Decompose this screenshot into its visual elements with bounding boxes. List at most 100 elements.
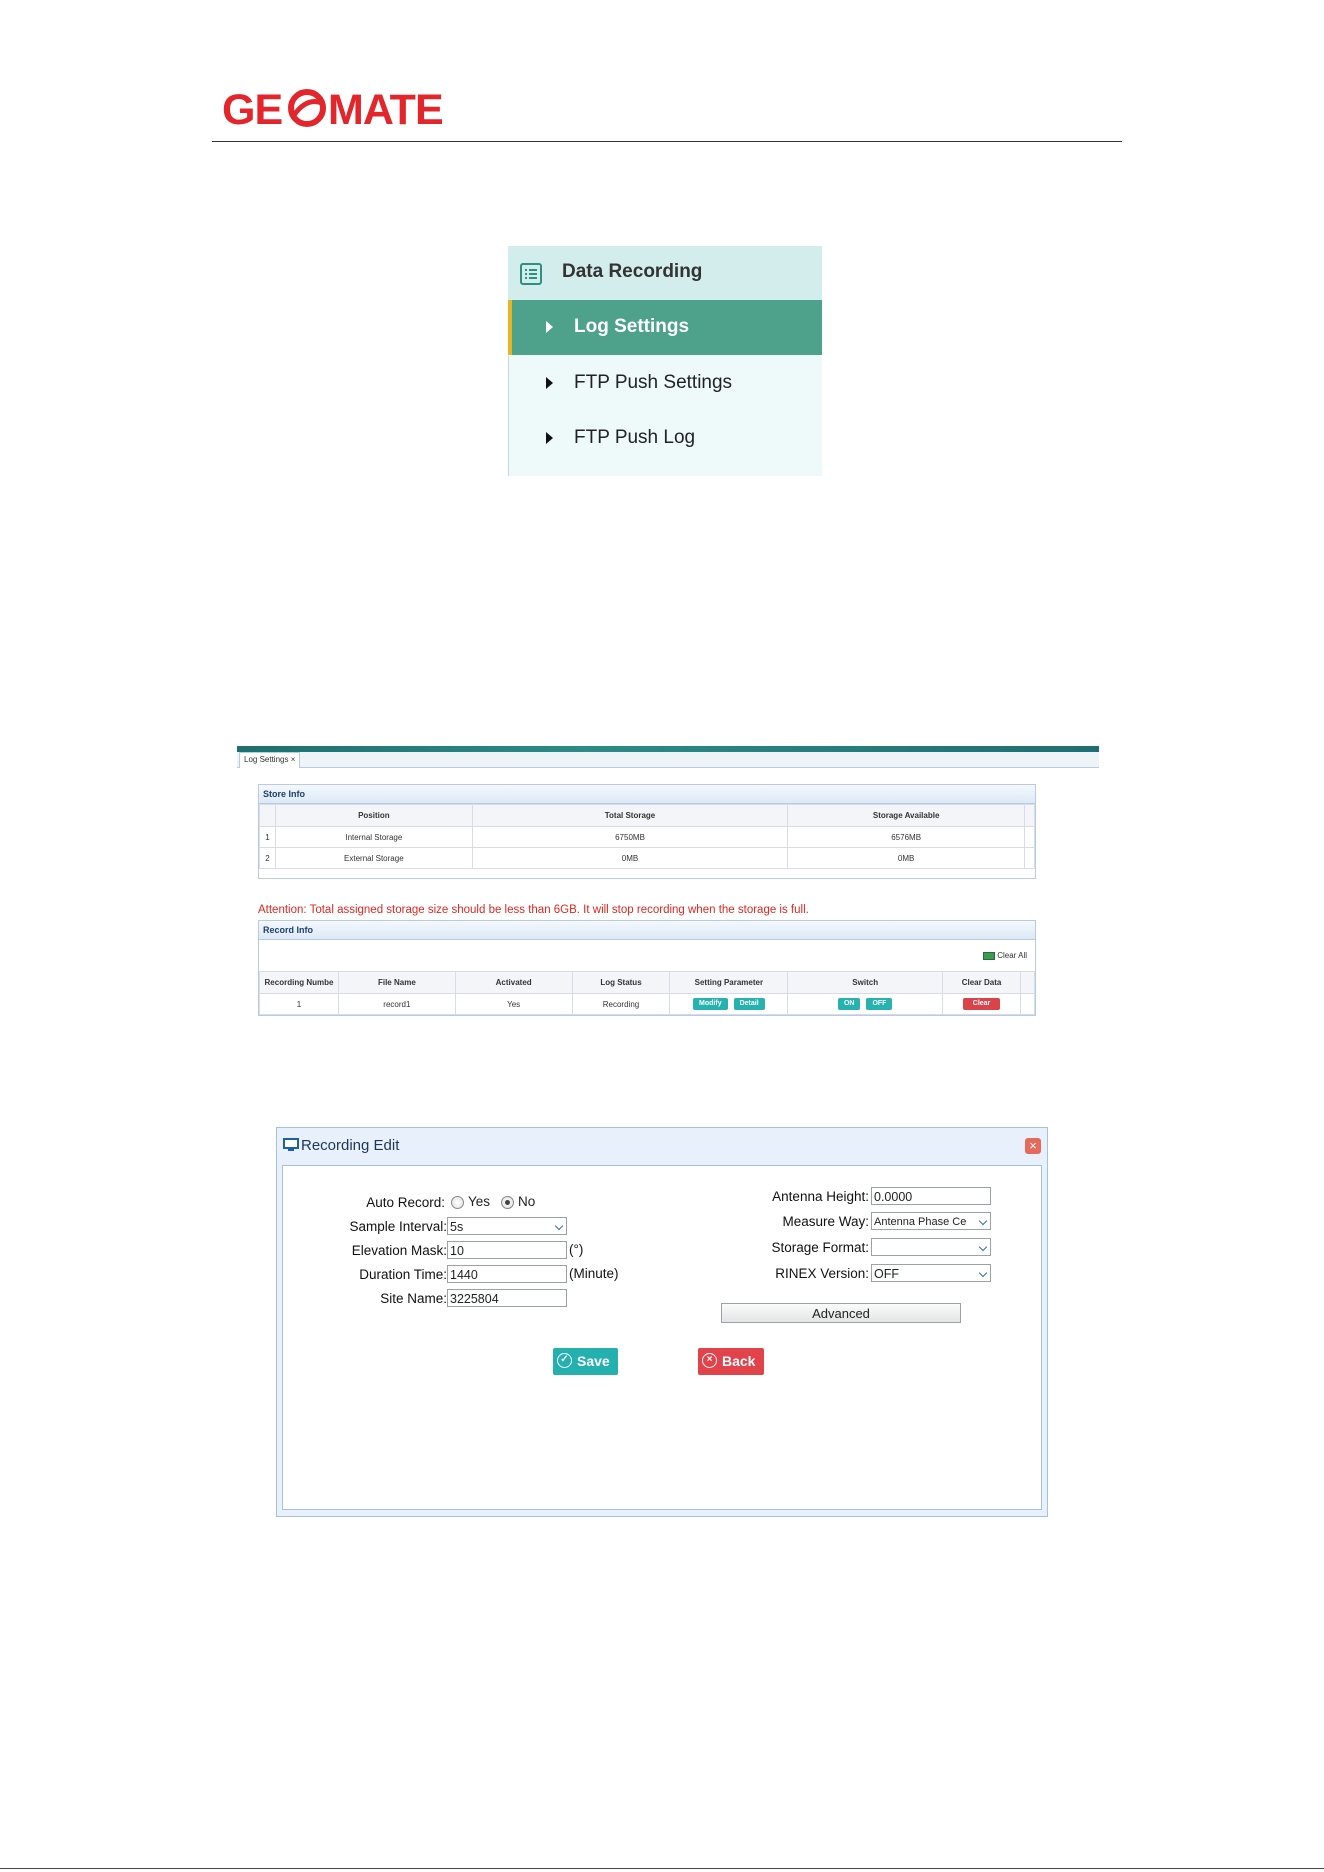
menu-section-header[interactable]: Data Recording bbox=[508, 246, 822, 300]
duration-time-input[interactable]: 1440 bbox=[447, 1265, 567, 1283]
menu-item-label: FTP Push Log bbox=[574, 427, 696, 448]
log-status-cell: Recording bbox=[571, 993, 671, 1015]
measure-way-label: Measure Way: bbox=[782, 1214, 869, 1229]
column-header: Recording Numbe bbox=[259, 971, 339, 994]
auto-record-yes-radio[interactable] bbox=[451, 1196, 464, 1209]
column-header bbox=[259, 804, 276, 827]
menu-item-label: Log Settings bbox=[574, 316, 690, 337]
dialog-title-bar[interactable]: Recording Edit × bbox=[277, 1128, 1047, 1164]
tab-log-settings[interactable]: Log Settings × bbox=[239, 752, 301, 768]
recording-number-cell: 1 bbox=[259, 993, 339, 1015]
elevation-mask-input[interactable]: 10 bbox=[447, 1241, 567, 1259]
storage-available-cell: 6576MB bbox=[787, 826, 1025, 848]
caret-right-icon bbox=[546, 377, 553, 389]
rinex-version-select[interactable]: OFF bbox=[871, 1264, 991, 1282]
auto-record-no-label: No bbox=[518, 1194, 536, 1209]
column-header: Position bbox=[274, 804, 473, 827]
save-button[interactable]: ✓ Save bbox=[553, 1348, 618, 1375]
table-header-row: Recording Numbe File Name Activated Log … bbox=[259, 971, 1036, 994]
switch-on-button[interactable]: ON bbox=[837, 998, 861, 1010]
total-storage-cell: 0MB bbox=[471, 847, 789, 869]
table-row[interactable]: 1 record1 Yes Recording Modify Detail ON O… bbox=[259, 993, 1036, 1015]
back-button[interactable]: × Back bbox=[698, 1348, 764, 1375]
switch-cell: ON OFF bbox=[787, 993, 944, 1015]
log-settings-screenshot: Log Settings × Store Info Position Total… bbox=[237, 746, 1099, 1022]
row-index: 1 bbox=[259, 826, 276, 848]
elevation-mask-unit: (°) bbox=[569, 1242, 584, 1257]
panel-title: Store Info bbox=[259, 785, 1035, 804]
column-header: Log Status bbox=[571, 971, 671, 994]
geomate-logo: GE MATE bbox=[222, 86, 442, 130]
storage-format-select[interactable] bbox=[871, 1238, 991, 1256]
footer-divider bbox=[0, 1868, 1324, 1869]
measure-way-select[interactable]: Antenna Phase Ce bbox=[871, 1212, 991, 1230]
recording-edit-dialog: Recording Edit × Auto Record: Yes No Sam… bbox=[276, 1127, 1048, 1517]
sample-interval-select[interactable]: 5s bbox=[447, 1217, 567, 1235]
advanced-button[interactable]: Advanced bbox=[721, 1303, 961, 1323]
duration-time-row: Duration Time: 1440 (Minute) bbox=[283, 1265, 663, 1287]
data-recording-menu: Data Recording Log Settings FTP Push Set… bbox=[508, 246, 822, 476]
column-header: Activated bbox=[454, 971, 573, 994]
file-name-cell: record1 bbox=[337, 993, 456, 1015]
table-row[interactable]: 1 Internal Storage 6750MB 6576MB bbox=[259, 826, 1036, 848]
rinex-version-label: RINEX Version: bbox=[775, 1266, 869, 1281]
detail-button[interactable]: Detail bbox=[733, 998, 765, 1010]
sample-interval-row: Sample Interval: 5s bbox=[283, 1217, 643, 1239]
dialog-title: Recording Edit bbox=[301, 1137, 400, 1154]
position-cell: Internal Storage bbox=[274, 826, 473, 848]
eraser-icon bbox=[983, 951, 996, 960]
tab-label: Log Settings bbox=[244, 755, 289, 764]
close-icon[interactable]: × bbox=[1025, 1138, 1041, 1154]
antenna-height-row: Antenna Height: 0.0000 bbox=[663, 1187, 991, 1209]
modify-button[interactable]: Modify bbox=[693, 998, 728, 1010]
close-icon[interactable]: × bbox=[291, 755, 296, 764]
clear-all-button[interactable]: Clear All bbox=[983, 951, 1027, 960]
switch-off-button[interactable]: OFF bbox=[866, 998, 893, 1010]
list-icon bbox=[520, 263, 542, 285]
panel-title: Record Info bbox=[259, 921, 1035, 940]
site-name-label: Site Name: bbox=[380, 1291, 447, 1306]
sample-interval-label: Sample Interval: bbox=[349, 1219, 447, 1234]
column-header: File Name bbox=[337, 971, 456, 994]
activated-cell: Yes bbox=[454, 993, 573, 1015]
duration-time-label: Duration Time: bbox=[359, 1267, 447, 1282]
storage-available-cell: 0MB bbox=[787, 847, 1025, 869]
attention-message: Attention: Total assigned storage size s… bbox=[258, 904, 809, 916]
duration-time-unit: (Minute) bbox=[569, 1266, 619, 1281]
site-name-input[interactable]: 3225804 bbox=[447, 1289, 567, 1307]
storage-format-row: Storage Format: bbox=[663, 1238, 991, 1260]
column-header: Setting Parameter bbox=[669, 971, 789, 994]
spacer-cell bbox=[1023, 826, 1036, 848]
clear-button[interactable]: Clear bbox=[962, 998, 1001, 1010]
menu-item-ftp-push-log[interactable]: FTP Push Log bbox=[508, 411, 822, 466]
record-info-table: Recording Numbe File Name Activated Log … bbox=[259, 971, 1036, 1015]
table-row[interactable]: 2 External Storage 0MB 0MB bbox=[259, 847, 1036, 869]
position-cell: External Storage bbox=[274, 847, 473, 869]
measure-way-row: Measure Way: Antenna Phase Ce bbox=[663, 1212, 991, 1234]
menu-item-log-settings[interactable]: Log Settings bbox=[508, 300, 822, 355]
column-header: Total Storage bbox=[471, 804, 789, 827]
antenna-height-input[interactable]: 0.0000 bbox=[871, 1187, 991, 1205]
back-label: Back bbox=[722, 1353, 756, 1369]
table-header-row: Position Total Storage Storage Available bbox=[259, 804, 1036, 827]
column-header: Storage Available bbox=[787, 804, 1025, 827]
store-info-table: Position Total Storage Storage Available… bbox=[259, 804, 1036, 869]
column-header: Switch bbox=[787, 971, 944, 994]
setting-parameter-cell: Modify Detail bbox=[669, 993, 789, 1015]
caret-right-icon bbox=[546, 432, 553, 444]
elevation-mask-row: Elevation Mask: 10 (°) bbox=[283, 1241, 663, 1263]
auto-record-no-radio[interactable] bbox=[501, 1196, 514, 1209]
antenna-height-label: Antenna Height: bbox=[772, 1189, 869, 1204]
monitor-icon bbox=[283, 1138, 299, 1151]
store-info-panel: Store Info Position Total Storage Storag… bbox=[258, 784, 1036, 879]
tab-strip: Log Settings × bbox=[237, 752, 1099, 768]
caret-right-icon bbox=[546, 321, 553, 333]
svg-text:MATE: MATE bbox=[328, 86, 442, 130]
menu-section-title: Data Recording bbox=[562, 261, 703, 282]
row-index: 2 bbox=[259, 847, 276, 869]
save-label: Save bbox=[577, 1353, 610, 1369]
column-header bbox=[1023, 804, 1036, 827]
auto-record-label: Auto Record: bbox=[366, 1195, 445, 1210]
menu-item-ftp-push-settings[interactable]: FTP Push Settings bbox=[508, 356, 822, 411]
spacer-cell bbox=[1023, 847, 1036, 869]
